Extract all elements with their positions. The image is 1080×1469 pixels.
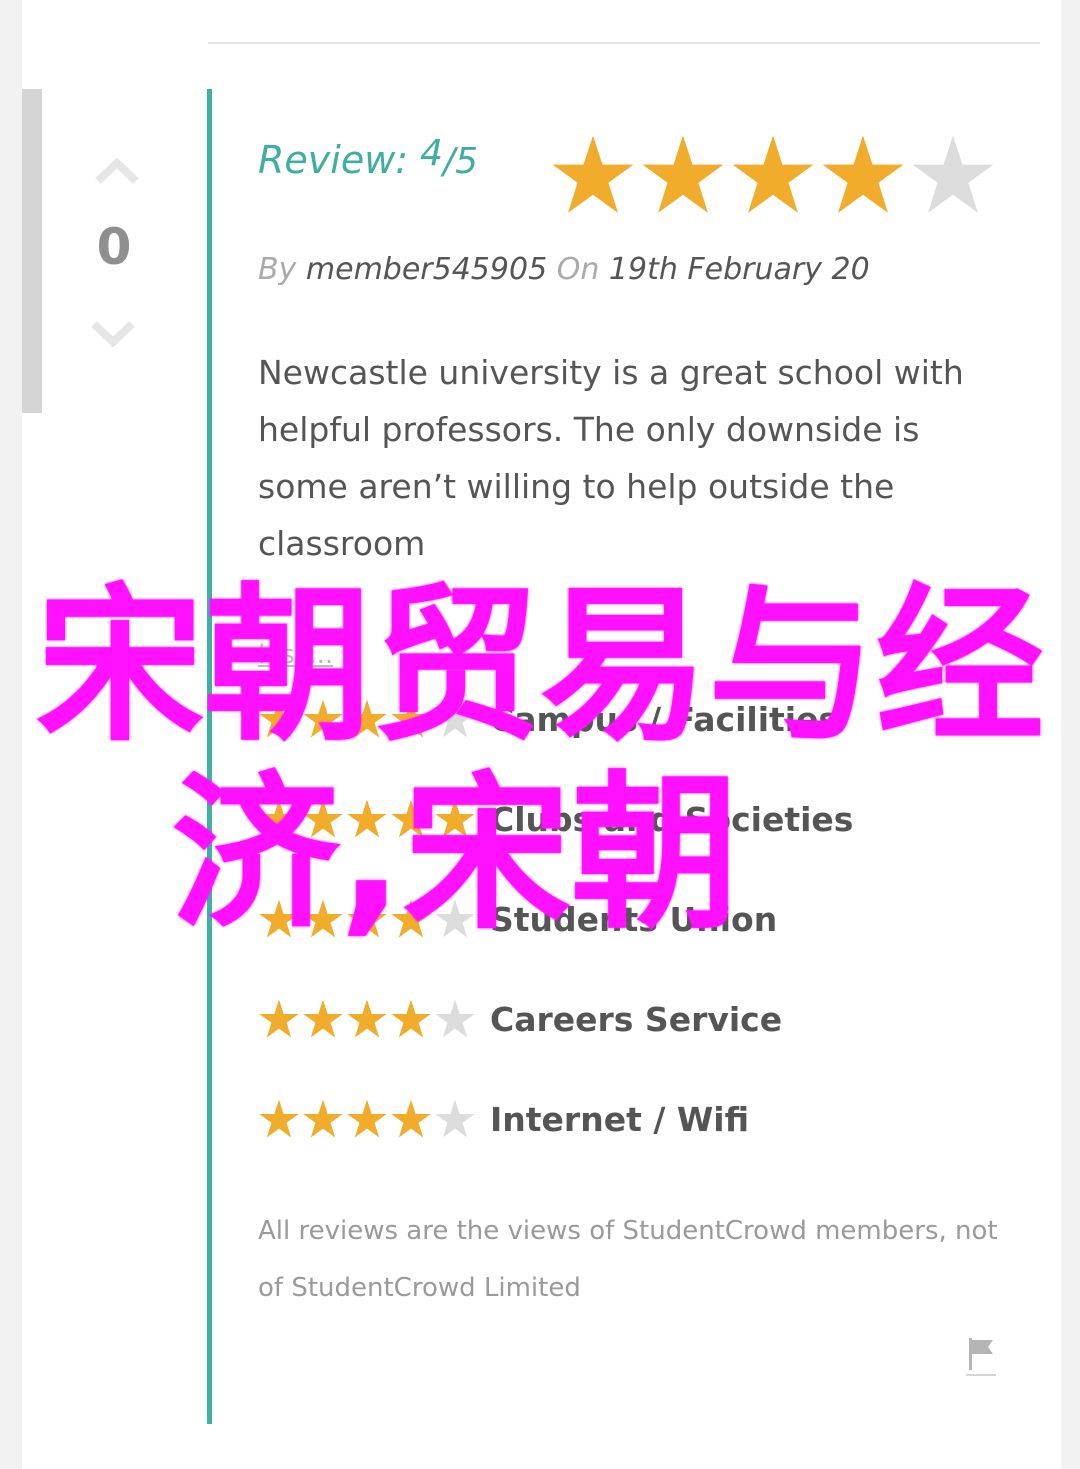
star-filled-icon	[347, 699, 387, 738]
category-rating-row: Careers Service	[258, 998, 782, 1040]
star-filled-icon	[303, 1099, 343, 1138]
category-label: Clubs and Societies	[490, 799, 854, 839]
star-filled-icon	[347, 899, 387, 938]
flag-icon[interactable]	[966, 1336, 996, 1378]
star-filled-icon	[347, 999, 387, 1038]
less-link[interactable]: less...	[258, 640, 333, 670]
star-filled-icon	[347, 799, 387, 838]
disclaimer: All reviews are the views of StudentCrow…	[258, 1216, 998, 1303]
star-filled-icon	[259, 699, 299, 738]
star-filled-icon	[303, 899, 343, 938]
star-filled-icon	[435, 799, 475, 838]
star-filled-icon	[391, 899, 431, 938]
star-filled-icon	[259, 899, 299, 938]
by-label: By	[258, 252, 297, 287]
category-label: Campus / Facilities	[490, 699, 839, 739]
star-filled-icon	[552, 135, 634, 213]
top-divider	[208, 42, 1040, 44]
category-rating-row: Campus / Facilities	[258, 698, 838, 740]
star-filled-icon	[303, 999, 343, 1038]
category-stars	[258, 698, 476, 740]
review-out-of: /5	[443, 141, 479, 182]
chevron-up-icon[interactable]	[94, 155, 140, 187]
star-empty-icon	[435, 999, 475, 1038]
star-filled-icon	[259, 1099, 299, 1138]
category-rating-row: Students Union	[258, 898, 777, 940]
review-body: Newcastle university is a great school w…	[258, 353, 964, 563]
star-filled-icon	[303, 799, 343, 838]
star-filled-icon	[732, 135, 814, 213]
category-label: Internet / Wifi	[490, 1099, 750, 1139]
star-filled-icon	[822, 135, 904, 213]
review-byline: By member545905 On 19th February 20	[258, 252, 870, 287]
review-label: Review:	[258, 138, 409, 182]
review-author[interactable]: member545905	[306, 252, 547, 287]
review-score: 4	[420, 133, 443, 174]
star-filled-icon	[391, 1099, 431, 1138]
star-empty-icon	[912, 135, 994, 213]
category-label: Careers Service	[490, 999, 783, 1039]
category-stars	[258, 998, 476, 1040]
on-label: On	[556, 252, 600, 287]
review-date: 19th February 20	[608, 252, 870, 287]
accent-line	[207, 89, 212, 1424]
category-stars	[258, 798, 476, 840]
review-score-heading: Review: 4/5	[258, 133, 479, 182]
category-stars	[258, 1098, 476, 1140]
category-stars	[258, 898, 476, 940]
star-filled-icon	[347, 1099, 387, 1138]
star-empty-icon	[435, 899, 475, 938]
star-filled-icon	[642, 135, 724, 213]
star-filled-icon	[259, 799, 299, 838]
star-filled-icon	[259, 999, 299, 1038]
star-filled-icon	[303, 699, 343, 738]
star-empty-icon	[435, 699, 475, 738]
category-rating-row: Clubs and Societies	[258, 798, 853, 840]
vote-sidebar	[22, 89, 42, 413]
chevron-down-icon[interactable]	[90, 318, 136, 350]
overall-rating-stars	[550, 132, 996, 218]
star-filled-icon	[391, 999, 431, 1038]
star-empty-icon	[435, 1099, 475, 1138]
category-label: Students Union	[490, 899, 778, 939]
star-filled-icon	[391, 699, 431, 738]
vote-count: 0	[96, 218, 132, 276]
star-filled-icon	[391, 799, 431, 838]
category-rating-row: Internet / Wifi	[258, 1098, 749, 1140]
